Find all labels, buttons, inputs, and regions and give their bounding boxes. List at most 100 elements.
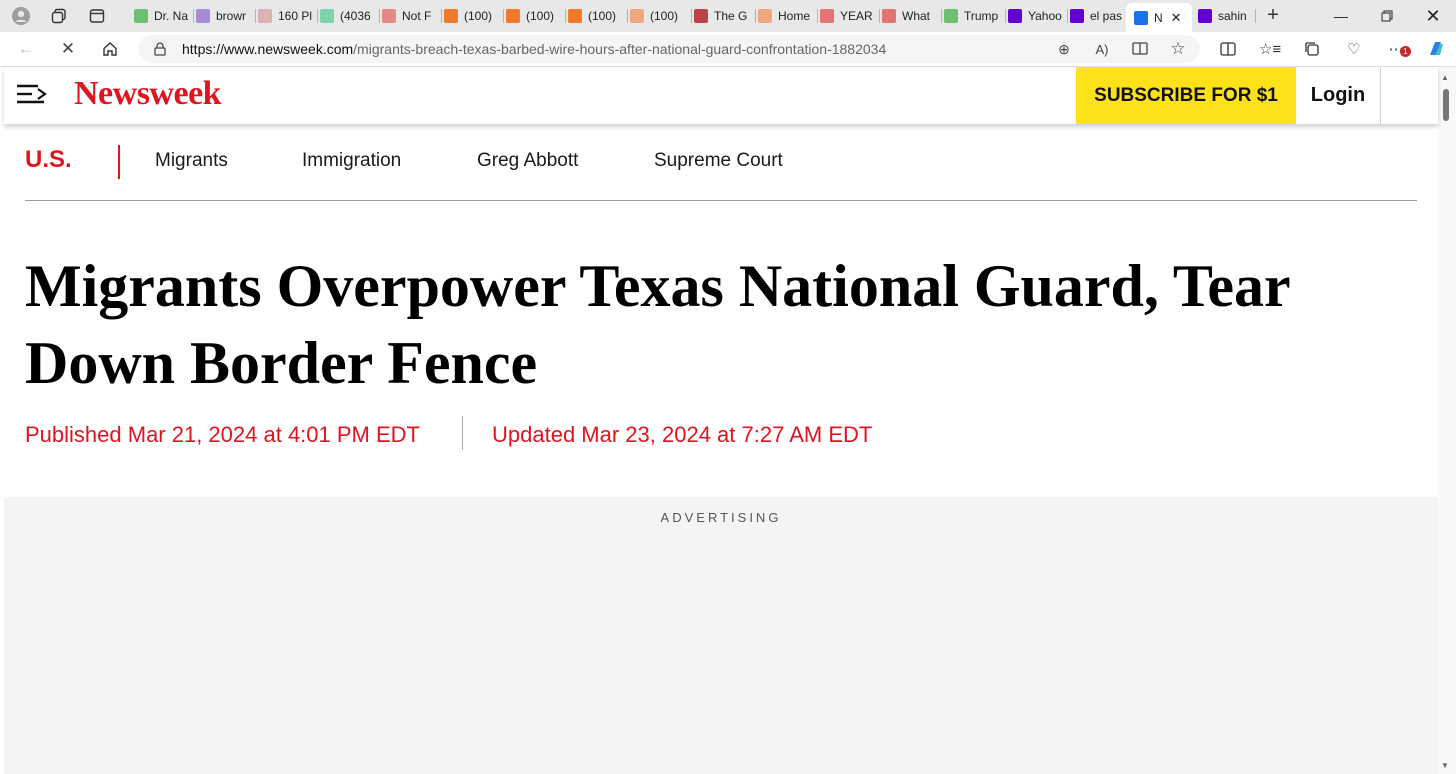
browser-tab[interactable]: 160 Pl — [250, 3, 318, 29]
back-button[interactable]: ← — [15, 38, 37, 60]
nav-link-immigration[interactable]: Immigration — [302, 150, 401, 172]
close-tab-icon[interactable]: ✕ — [1171, 10, 1182, 26]
site-header: Newsweek SUBSCRIBE FOR $1 Login — [4, 67, 1438, 124]
browser-tab-title: (100) — [526, 9, 555, 23]
favorite-star-icon[interactable]: ☆ — [1168, 39, 1188, 59]
yahoo-icon — [1070, 9, 1084, 23]
scroll-thumb[interactable] — [1443, 89, 1449, 121]
newsweek-logo[interactable]: Newsweek — [74, 75, 222, 113]
nav-link-greg-abbott[interactable]: Greg Abbott — [477, 150, 578, 172]
section-label[interactable]: U.S. — [25, 146, 72, 174]
scroll-down-arrow[interactable]: ▼ — [1441, 761, 1449, 770]
updated-date: Updated Mar 23, 2024 at 7:27 AM EDT — [492, 422, 873, 447]
split-screen-icon[interactable] — [1216, 38, 1240, 60]
browser-tab[interactable]: Not F — [374, 3, 442, 29]
browser-tab[interactable]: sahin — [1190, 3, 1256, 29]
lock-icon[interactable] — [150, 39, 170, 59]
copilot-icon[interactable] — [1424, 38, 1448, 60]
scroll-up-arrow[interactable]: ▲ — [1441, 73, 1449, 82]
browser-tab[interactable]: el pas — [1062, 3, 1132, 29]
url-path: /migrants-breach-texas-barbed-wire-hours… — [353, 41, 887, 57]
menu-toggle-button[interactable] — [16, 83, 48, 105]
collections-icon[interactable] — [1300, 38, 1324, 60]
browser-tab-title: Home — [778, 9, 811, 23]
browser-tab-title: el pas — [1090, 9, 1123, 23]
podcast-icon — [382, 9, 396, 23]
browser-tab-title: Not F — [402, 9, 432, 23]
advertising-slot[interactable]: ADVERTISING — [4, 497, 1438, 774]
browser-tab[interactable]: Home — [750, 3, 818, 29]
youtube-icon — [882, 9, 896, 23]
browser-tab-title: browr — [216, 9, 247, 23]
maximize-button[interactable] — [1364, 0, 1410, 32]
nav-link-supreme-court[interactable]: Supreme Court — [654, 150, 783, 172]
browser-tab[interactable]: (100) — [498, 3, 566, 29]
browser-tab-title: (4036 — [340, 9, 371, 23]
browser-tab[interactable]: Dr. Na — [126, 3, 194, 29]
advertising-label: ADVERTISING — [660, 510, 782, 525]
browser-tab[interactable]: (4036 — [312, 3, 380, 29]
browser-tab-title: 160 Pl — [278, 9, 313, 23]
tab-actions-icon[interactable] — [86, 5, 108, 27]
home-button[interactable] — [99, 38, 121, 60]
yahoo-icon — [196, 9, 210, 23]
minimize-button[interactable]: — — [1318, 0, 1364, 32]
browser-tab[interactable]: Trump — [936, 3, 1006, 29]
bookmark-icon — [758, 9, 772, 23]
browser-tab-bar: Dr. Na browr 160 Pl (4036 Not F (100) (100) (10… — [0, 0, 1456, 32]
browser-tab-title: YEAR — [840, 9, 873, 23]
favorites-icon[interactable]: ☆≡ — [1258, 38, 1282, 60]
browser-tab[interactable]: YEAR — [812, 3, 880, 29]
nav-link-migrants[interactable]: Migrants — [155, 150, 228, 172]
published-date: Published Mar 21, 2024 at 4:01 PM EDT — [25, 422, 420, 447]
close-window-button[interactable]: ✕ — [1410, 0, 1456, 32]
ds-icon — [694, 9, 708, 23]
yahoo-icon — [1008, 9, 1022, 23]
youtube-icon — [820, 9, 834, 23]
section-divider — [118, 145, 120, 179]
address-toolbar: ← ✕ https://www.newsweek.com/migrants-br… — [0, 32, 1456, 67]
browser-tab[interactable]: browr — [188, 3, 256, 29]
browser-tab-title: What — [902, 9, 931, 23]
browser-tab[interactable]: (100) — [622, 3, 692, 29]
browser-tab-title: Dr. Na — [154, 9, 189, 23]
bookmark-icon — [444, 9, 458, 23]
read-aloud-icon[interactable]: A) — [1092, 39, 1112, 59]
new-tab-button[interactable]: + — [1262, 4, 1284, 26]
stop-loading-button[interactable]: ✕ — [57, 38, 79, 60]
yahoo-icon — [1198, 9, 1212, 23]
zoom-icon[interactable]: ⊕ — [1054, 39, 1074, 59]
login-button[interactable]: Login — [1296, 67, 1381, 124]
bookmark-icon — [568, 9, 582, 23]
browser-essentials-icon[interactable]: ♡ — [1342, 38, 1366, 60]
settings-more-icon[interactable]: ⋯ 1 — [1384, 38, 1411, 60]
grammarly-icon — [320, 9, 334, 23]
subscribe-button[interactable]: SUBSCRIBE FOR $1 — [1076, 67, 1296, 124]
url-text[interactable]: https://www.newsweek.com/migrants-breach… — [182, 41, 886, 57]
home-icon — [103, 42, 117, 56]
url-domain: https://www.newsweek.com — [182, 41, 354, 57]
workspaces-icon[interactable] — [48, 5, 70, 27]
profile-icon[interactable] — [10, 5, 32, 27]
video-play-icon — [134, 9, 148, 23]
headline-line-1: Migrants Overpower Texas National Guard,… — [25, 253, 1291, 319]
headline-line-2: Down Border Fence — [25, 330, 538, 396]
browser-tab-title: sahin — [1218, 9, 1247, 23]
immersive-reader-icon[interactable] — [1130, 39, 1150, 59]
browser-tab[interactable]: (100) — [436, 3, 504, 29]
browser-tab[interactable]: Yahoo — [1000, 3, 1068, 29]
page-scrollbar[interactable]: ▲ ▼ — [1438, 67, 1456, 774]
browser-tab[interactable]: The G — [686, 3, 756, 29]
browser-tab-title: Yahoo — [1028, 9, 1062, 23]
section-nav: U.S. Migrants Immigration Greg Abbott Su… — [25, 130, 1417, 201]
browser-tab-title: (100) — [464, 9, 493, 23]
date-divider — [462, 416, 463, 450]
browser-tab[interactable]: (100) — [560, 3, 628, 29]
browser-tab-title: (100) — [588, 9, 617, 23]
business-insider-icon — [258, 9, 272, 23]
browser-tab[interactable]: N ✕ — [1126, 3, 1192, 32]
browser-tab-title: N — [1154, 10, 1163, 25]
browser-tab[interactable]: What — [874, 3, 942, 29]
url-bar[interactable]: https://www.newsweek.com/migrants-breach… — [138, 35, 1200, 63]
browser-tab-title: The G — [714, 9, 748, 23]
